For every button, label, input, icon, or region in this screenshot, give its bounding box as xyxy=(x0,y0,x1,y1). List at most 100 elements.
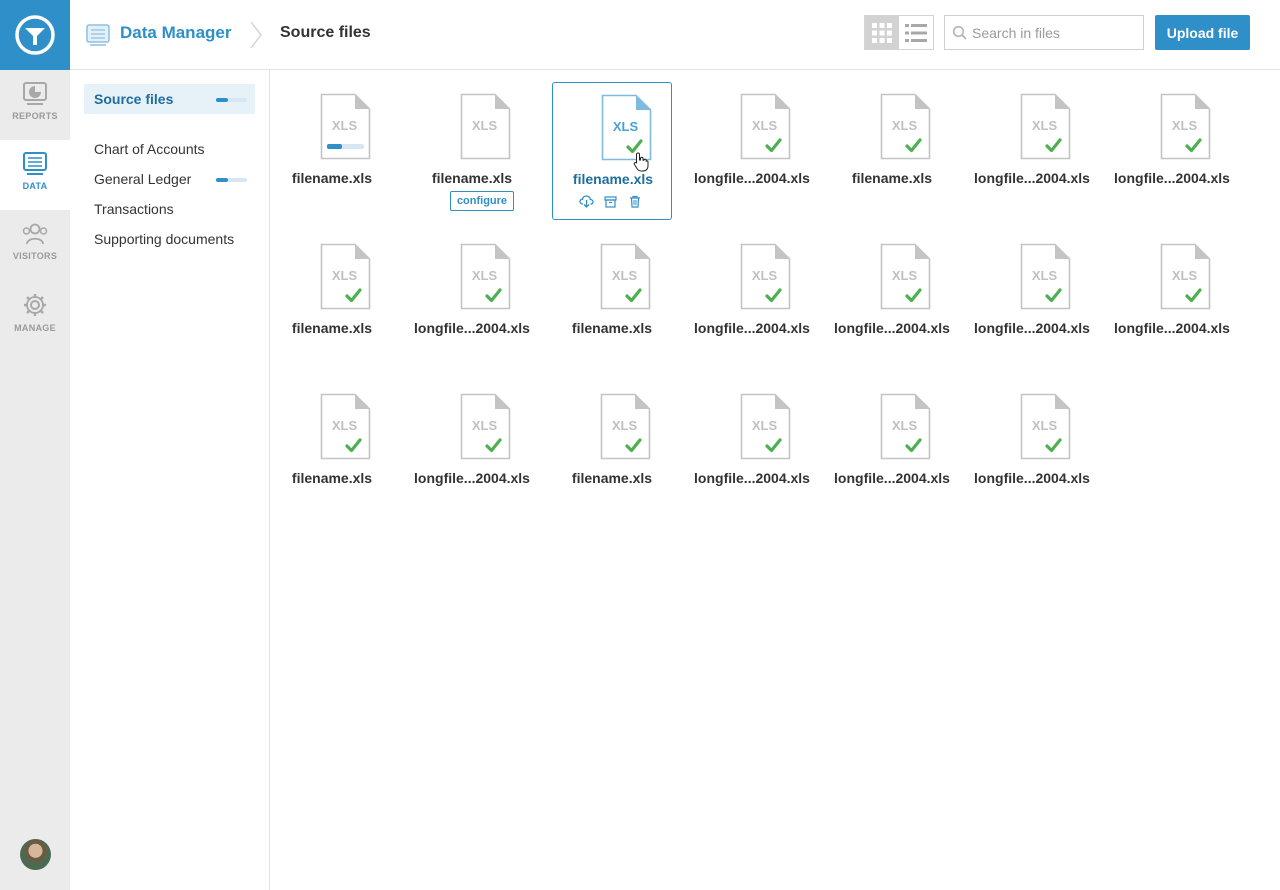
reports-icon xyxy=(23,82,47,105)
file-tile[interactable]: XLS filename.xls xyxy=(552,82,672,220)
file-tile[interactable]: XLS longfile...2004.xls xyxy=(412,382,532,520)
view-toggle xyxy=(864,15,934,50)
file-tile[interactable]: XLS filename.xls xyxy=(832,82,952,220)
svg-text:XLS: XLS xyxy=(332,118,358,133)
xls-file-icon: XLS xyxy=(460,243,511,310)
sidebar-item-source-files[interactable]: Source files xyxy=(84,84,255,114)
upload-progress-bar xyxy=(327,144,364,149)
sidebar-item-label: Source files xyxy=(94,91,174,107)
file-name: longfile...2004.xls xyxy=(694,170,810,186)
top-bar: Data Manager Source files Upload file xyxy=(70,0,1280,70)
xls-file-icon: XLS xyxy=(740,93,791,160)
xls-file-icon: XLS xyxy=(320,393,371,460)
configure-button[interactable]: configure xyxy=(450,191,514,211)
file-name: filename.xls xyxy=(571,320,653,336)
avatar[interactable] xyxy=(20,839,51,870)
rail-item-data[interactable]: DATA xyxy=(0,140,70,210)
file-tile[interactable]: XLS filename.xls xyxy=(272,82,392,220)
file-tile[interactable]: XLS longfile...2004.xls xyxy=(832,232,952,370)
sidebar-progress-bar xyxy=(216,178,247,182)
grid-view-button[interactable] xyxy=(865,16,899,49)
file-name: filename.xls xyxy=(291,320,373,336)
manage-icon xyxy=(24,294,46,316)
file-name: longfile...2004.xls xyxy=(694,320,810,336)
sidebar-item-supporting-documents[interactable]: Supporting documents xyxy=(84,224,255,254)
rail-item-reports[interactable]: REPORTS xyxy=(0,70,70,140)
file-name: longfile...2004.xls xyxy=(1114,170,1230,186)
xls-file-icon: XLS xyxy=(320,93,371,160)
file-tile[interactable]: XLS longfile...2004.xls xyxy=(832,382,952,520)
trash-icon xyxy=(629,195,640,208)
xls-file-icon: XLS xyxy=(880,93,931,160)
breadcrumb-section[interactable]: Data Manager xyxy=(120,23,231,43)
rail-label: DATA xyxy=(22,181,48,191)
svg-text:XLS: XLS xyxy=(613,119,639,134)
file-tile[interactable]: XLS filename.xls xyxy=(272,232,392,370)
archive-icon xyxy=(604,195,617,208)
file-tile[interactable]: XLS longfile...2004.xls xyxy=(972,82,1092,220)
xls-file-icon: XLS xyxy=(460,93,511,160)
download-button[interactable] xyxy=(579,194,594,209)
rail-item-manage[interactable]: MANAGE xyxy=(0,280,70,350)
file-tile[interactable]: XLS filename.xls xyxy=(552,382,672,520)
sidebar-item-chart-of-accounts[interactable]: Chart of Accounts xyxy=(84,134,255,164)
search-input[interactable] xyxy=(972,24,1132,41)
file-tile[interactable]: XLS longfile...2004.xls xyxy=(412,232,532,370)
file-name: filename.xls xyxy=(571,470,653,486)
list-icon xyxy=(905,23,927,42)
hand-cursor-icon xyxy=(633,152,649,172)
file-tile[interactable]: XLS longfile...2004.xls xyxy=(1112,232,1232,370)
xls-file-icon: XLS xyxy=(600,243,651,310)
file-tile[interactable]: XLS filename.xls xyxy=(552,232,672,370)
svg-text:XLS: XLS xyxy=(892,268,918,283)
delete-button[interactable] xyxy=(627,194,642,209)
svg-text:XLS: XLS xyxy=(892,418,918,433)
cloud-download-icon xyxy=(579,195,594,208)
xls-file-icon: XLS xyxy=(1020,93,1071,160)
upload-file-button[interactable]: Upload file xyxy=(1155,15,1250,50)
file-name: filename.xls xyxy=(431,170,513,186)
file-name: longfile...2004.xls xyxy=(834,320,950,336)
sidebar-item-general-ledger[interactable]: General Ledger xyxy=(84,164,255,194)
sidebar-item-label: Chart of Accounts xyxy=(94,141,205,157)
file-name: longfile...2004.xls xyxy=(414,470,530,486)
xls-file-icon: XLS xyxy=(600,393,651,460)
file-tile[interactable]: XLS longfile...2004.xls xyxy=(692,232,812,370)
file-tile[interactable]: XLS longfile...2004.xls xyxy=(1112,82,1232,220)
file-name: longfile...2004.xls xyxy=(834,470,950,486)
file-tile[interactable]: XLS longfile...2004.xls xyxy=(972,232,1092,370)
xls-file-icon: XLS xyxy=(880,393,931,460)
svg-text:XLS: XLS xyxy=(892,118,918,133)
svg-text:XLS: XLS xyxy=(752,418,778,433)
xls-file-icon: XLS xyxy=(320,243,371,310)
sidebar-item-label: General Ledger xyxy=(94,171,192,187)
svg-text:XLS: XLS xyxy=(472,418,498,433)
file-tile[interactable]: XLS longfile...2004.xls xyxy=(692,82,812,220)
search-icon xyxy=(952,25,967,40)
list-view-button[interactable] xyxy=(899,16,933,49)
file-tile[interactable]: XLS longfile...2004.xls xyxy=(972,382,1092,520)
file-name: longfile...2004.xls xyxy=(974,170,1090,186)
sidebar-item-transactions[interactable]: Transactions xyxy=(84,194,255,224)
svg-text:XLS: XLS xyxy=(1032,118,1058,133)
archive-button[interactable] xyxy=(603,194,618,209)
xls-file-icon: XLS xyxy=(740,243,791,310)
rail-item-visitors[interactable]: VISITORS xyxy=(0,210,70,280)
svg-text:XLS: XLS xyxy=(1032,268,1058,283)
grid-icon xyxy=(872,22,892,43)
file-name: longfile...2004.xls xyxy=(1114,320,1230,336)
xls-file-icon: XLS xyxy=(1160,93,1211,160)
search-box xyxy=(944,15,1144,50)
file-name: longfile...2004.xls xyxy=(694,470,810,486)
page-title: Source files xyxy=(280,24,371,41)
rail-label: MANAGE xyxy=(14,323,56,333)
file-tile[interactable]: XLS longfile...2004.xls xyxy=(692,382,812,520)
xls-file-icon: XLS xyxy=(880,243,931,310)
app-logo[interactable] xyxy=(0,0,70,70)
xls-file-icon: XLS xyxy=(460,393,511,460)
file-name: longfile...2004.xls xyxy=(414,320,530,336)
svg-text:XLS: XLS xyxy=(472,268,498,283)
svg-text:XLS: XLS xyxy=(612,418,638,433)
file-tile[interactable]: XLS filename.xls xyxy=(272,382,392,520)
svg-text:XLS: XLS xyxy=(1032,418,1058,433)
